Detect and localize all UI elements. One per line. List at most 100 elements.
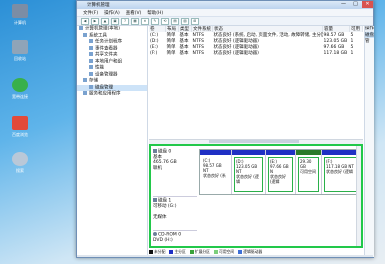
cell-free: 1 bbox=[350, 50, 354, 56]
tree-item-label: 存储 bbox=[89, 78, 98, 84]
window-title: 计算机管理 bbox=[87, 3, 110, 8]
disk-name: CD-ROM 0 bbox=[158, 232, 182, 238]
menu-help[interactable]: 帮助(H) bbox=[147, 10, 163, 16]
partition-e[interactable]: (E:) 97.66 GB N 状态良好 (逻辑 bbox=[266, 150, 296, 194]
desktop-icon-computer[interactable]: 计算机 bbox=[6, 4, 34, 26]
legend-label: 扩展分区 bbox=[194, 248, 210, 254]
desktop-icon-broadband[interactable]: 宽带连接 bbox=[6, 78, 34, 100]
storage-icon bbox=[83, 78, 87, 82]
tree-item-label: 共享文件夹 bbox=[95, 52, 118, 58]
performance-icon bbox=[89, 65, 93, 69]
vertical-scrollbar[interactable] bbox=[356, 146, 361, 246]
disk-icon bbox=[89, 84, 93, 89]
legend-item-unallocated: 未分配 bbox=[149, 249, 165, 255]
desktop-icon-label: 搜索 bbox=[16, 168, 24, 173]
legend-swatch bbox=[169, 249, 174, 254]
help-button[interactable]: ? bbox=[121, 17, 129, 25]
tree-item-label: 本地用户和组 bbox=[95, 59, 122, 64]
legend-item-primary: 主分区 bbox=[169, 248, 186, 255]
graphic-view-button[interactable]: ▧ bbox=[181, 17, 189, 25]
computer-icon bbox=[12, 4, 28, 18]
back-button[interactable]: ◀ bbox=[81, 17, 89, 25]
cdrom-icon bbox=[153, 232, 157, 236]
tree-item-label: 性能 bbox=[95, 65, 104, 71]
cdrom-0-label[interactable]: CD-ROM 0 DVD (H:) bbox=[153, 230, 197, 243]
cell-volume: (F:) bbox=[150, 50, 158, 56]
maximize-button[interactable]: □ bbox=[350, 1, 361, 8]
logical-drive-bar bbox=[232, 150, 265, 155]
tree-item-label: 计算机管理(本地) bbox=[85, 26, 121, 32]
desktop-icon-label: 宽带连接 bbox=[12, 94, 28, 99]
network-icon bbox=[12, 78, 28, 92]
tree-item-label: 系统工具 bbox=[89, 33, 107, 38]
free-space-bar bbox=[296, 150, 321, 155]
legend-label: 可用空间 bbox=[218, 248, 235, 254]
properties-button[interactable]: ▦ bbox=[131, 17, 139, 25]
cdrom-0-type: DVD (H:) bbox=[153, 237, 173, 243]
users-icon bbox=[89, 58, 93, 63]
partition-d[interactable]: (D:) 123.05 GB NT 状态良好 (逻辑 bbox=[232, 150, 266, 194]
refresh-button[interactable]: ⟲ bbox=[161, 17, 169, 25]
logical-drive-bar bbox=[322, 150, 360, 155]
legend-swatch bbox=[238, 249, 243, 254]
volume-table: 卷 布局 类型 文件系统 状态 容量 可用 (C:) 简单 基本 NTFS 状态… bbox=[149, 26, 363, 56]
desktop-icon-label: 回收站 bbox=[14, 56, 26, 61]
partition-status: 状态良好 (逻辑 bbox=[326, 169, 353, 174]
computer-management-window: 计算机管理 — □ ✕ 文件(F) 操作(A) 查看(V) 帮助(H) ◀ ▶ … bbox=[76, 0, 374, 258]
disk-0-partitions: (C:) 98.57 GB NT 状态良好 (系 (D:) 123.05 GB … bbox=[199, 149, 361, 195]
partition-size: 29.30 GB bbox=[300, 159, 312, 169]
clock-icon bbox=[89, 39, 93, 43]
table-row[interactable]: (F:) 简单 基本 NTFS 状态良好 (逻辑驱动器) 117.18 GB 1 bbox=[149, 50, 363, 57]
menu-bar: 文件(F) 操作(A) 查看(V) 帮助(H) bbox=[77, 9, 373, 17]
partition-free-space[interactable]: 29.30 GB 可用空间 bbox=[296, 150, 322, 194]
list-view-button[interactable]: ▤ bbox=[171, 17, 179, 25]
tree-item-label: 磁盘管理 bbox=[95, 85, 113, 90]
partition-size: 97.66 GB N bbox=[270, 164, 289, 174]
delete-button[interactable]: ✕ bbox=[141, 17, 149, 25]
disk-graphical-view: 磁盘 0 基本 465.76 GB 联机 (C:) 98.57 GB NT 状态… bbox=[149, 144, 363, 248]
desktop-icon-label: 计算机 bbox=[14, 20, 26, 25]
layout-button[interactable]: ⊞ bbox=[191, 17, 199, 25]
title-bar[interactable]: 计算机管理 — □ ✕ bbox=[77, 1, 373, 9]
desktop-icon-recycle-bin[interactable]: 回收站 bbox=[6, 40, 34, 62]
tree-item-label: 任务计划程序 bbox=[95, 39, 122, 45]
cell-layout: 简单 bbox=[166, 51, 176, 56]
cell-capacity: 123.05 GB bbox=[323, 38, 348, 44]
forward-button[interactable]: ▶ bbox=[91, 17, 99, 25]
partition-c[interactable]: (C:) 98.57 GB NT 状态良好 (系 bbox=[200, 150, 232, 194]
edit-button[interactable]: ✎ bbox=[151, 17, 159, 25]
legend-swatch bbox=[213, 249, 218, 254]
minimize-button[interactable]: — bbox=[338, 1, 349, 8]
disk-1-label[interactable]: 磁盘 1 可移动 (G:) 无媒体 bbox=[153, 196, 197, 220]
disk-icon bbox=[153, 149, 157, 153]
partition-size: 98.57 GB NT bbox=[203, 163, 222, 173]
show-hide-tree-button[interactable]: ▣ bbox=[111, 17, 119, 25]
legend-label: 主分区 bbox=[174, 248, 186, 254]
disk-0-label[interactable]: 磁盘 0 基本 465.76 GB 联机 bbox=[153, 149, 197, 171]
actions-item-disk-management[interactable]: 磁盘管 bbox=[365, 32, 374, 44]
tree-item-services-apps[interactable]: 服务和应用程序 bbox=[77, 91, 147, 98]
partition-f[interactable]: (F:) 117.18 GB NT 状态良好 (逻辑 bbox=[322, 150, 360, 194]
services-icon bbox=[83, 91, 87, 95]
cell-filesystem: NTFS bbox=[192, 50, 204, 56]
partition-size: 123.05 GB NT bbox=[236, 164, 258, 174]
tree-item-label: 设备管理器 bbox=[95, 72, 118, 77]
disk-name: 磁盘 1 bbox=[158, 198, 172, 204]
desktop-icon-browser[interactable]: 百度浏览 bbox=[6, 116, 34, 138]
menu-action[interactable]: 操作(A) bbox=[104, 10, 120, 16]
cell-capacity: 117.18 GB bbox=[323, 50, 348, 56]
scroll-thumb[interactable] bbox=[209, 140, 299, 143]
cell-status: 状态良好 (逻辑驱动器) bbox=[213, 51, 259, 56]
menu-file[interactable]: 文件(F) bbox=[83, 10, 98, 16]
desktop-icon-search[interactable]: 搜索 bbox=[6, 152, 34, 174]
legend-label: 逻辑驱动器 bbox=[243, 248, 263, 254]
up-button[interactable]: ▲ bbox=[101, 17, 109, 25]
disk-0-status: 联机 bbox=[153, 165, 162, 171]
menu-view[interactable]: 查看(V) bbox=[126, 10, 142, 16]
column-filesystem[interactable]: 文件系统 bbox=[191, 26, 213, 32]
recycle-bin-icon bbox=[12, 40, 28, 54]
legend-item-extended: 扩展分区 bbox=[189, 248, 210, 255]
close-button[interactable]: ✕ bbox=[362, 1, 373, 8]
disk-1-status: 无媒体 bbox=[153, 214, 167, 220]
browser-icon bbox=[12, 116, 28, 130]
